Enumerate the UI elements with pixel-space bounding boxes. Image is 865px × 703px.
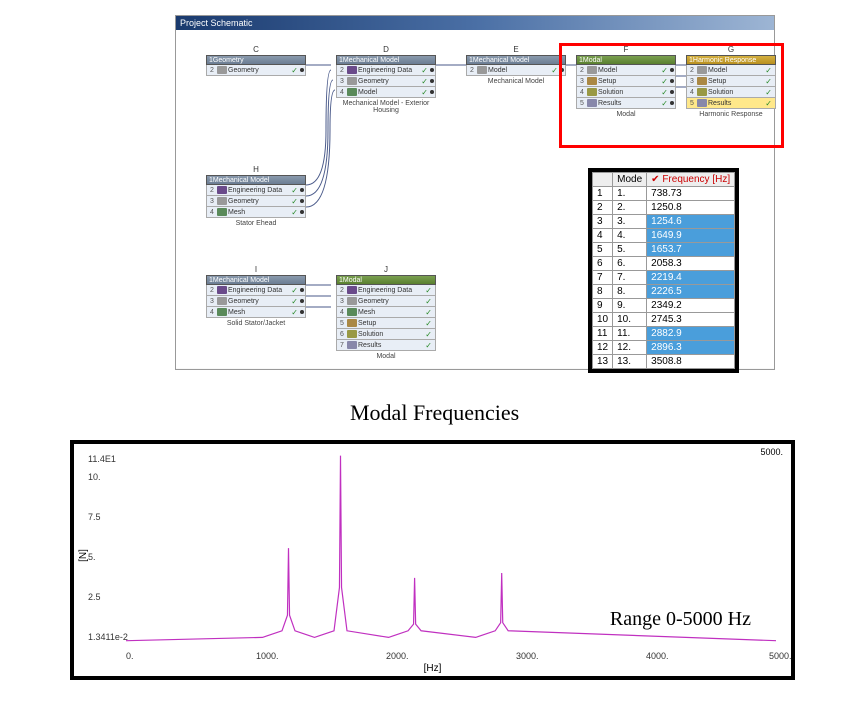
table-row[interactable]: 99.2349.2 [593,299,735,313]
table-row[interactable]: 1212.2896.3 [593,341,735,355]
table-row[interactable]: 11.738.73 [593,187,735,201]
table-row[interactable]: 22.1250.8 [593,201,735,215]
y-tick: 5. [88,552,96,562]
block-e[interactable]: E 1Mechanical Model 2Model✓ Mechanical M… [466,45,566,85]
table-row[interactable]: 1313.3508.8 [593,355,735,369]
x-tick: 4000. [646,651,669,661]
frequency-table: Mode✔ Frequency [Hz] 11.738.7322.1250.83… [588,168,739,373]
response-chart: 5000. [N] [Hz] Range 0-5000 Hz 11.4E110.… [70,440,795,680]
block-i[interactable]: I 1Mechanical Model 2Engineering Data✓ 3… [206,265,306,327]
plot-line [126,454,776,644]
y-tick: 11.4E1 [88,454,116,464]
x-tick: 0. [126,651,134,661]
block-j[interactable]: J 1Modal 2Engineering Data✓ 3Geometry✓ 4… [336,265,436,360]
col-freq: ✔ Frequency [Hz] [647,173,735,187]
table-row[interactable]: 33.1254.6 [593,215,735,229]
y-tick: 10. [88,472,101,482]
table-row[interactable]: 66.2058.3 [593,257,735,271]
geometry-icon [217,66,227,74]
modal-frequencies-label: Modal Frequencies [350,400,519,426]
block-h[interactable]: H 1Mechanical Model 2Engineering Data✓ 3… [206,165,306,227]
table-row[interactable]: 55.1653.7 [593,243,735,257]
block-f[interactable]: F 1Modal 2Model✓ 3Setup✓ 4Solution✓ 5Res… [576,45,676,118]
y-tick: 1.3411e-2 [88,632,128,642]
x-tick: 1000. [256,651,279,661]
table-row[interactable]: 77.2219.4 [593,271,735,285]
table-row[interactable]: 1010.2745.3 [593,313,735,327]
block-d[interactable]: D 1Mechanical Model 2Engineering Data✓ 3… [336,45,436,114]
table-row[interactable]: 44.1649.9 [593,229,735,243]
y-tick: 7.5 [88,512,101,522]
x-tick: 2000. [386,651,409,661]
x-tick: 3000. [516,651,539,661]
data-icon [347,66,357,74]
x-axis-label: [Hz] [424,663,442,674]
table-row[interactable]: 88.2226.5 [593,285,735,299]
y-tick: 2.5 [88,592,101,602]
table-row[interactable]: 1111.2882.9 [593,327,735,341]
window-title: Project Schematic [176,16,774,30]
block-g[interactable]: G 1Harmonic Response 2Model✓ 3Setup✓ 4So… [686,45,776,118]
col-mode: Mode [613,173,647,187]
x-tick: 5000. [769,651,792,661]
block-c[interactable]: C 1Geometry 2Geometry✓ [206,45,306,76]
